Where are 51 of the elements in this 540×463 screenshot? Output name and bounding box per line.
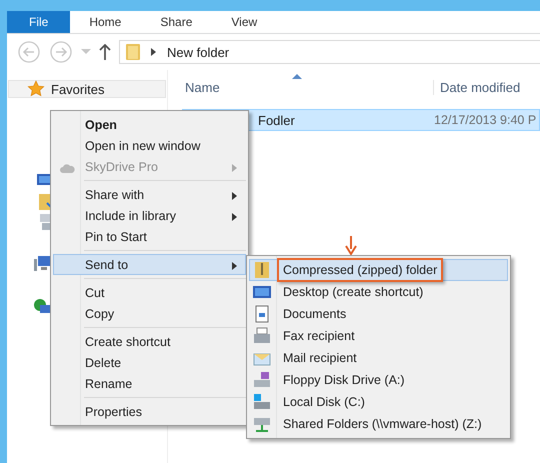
document-icon (253, 305, 271, 323)
zip-folder-icon (253, 261, 271, 279)
column-header[interactable]: Date modified (433, 80, 520, 94)
menu-item[interactable]: Send to (53, 254, 246, 275)
menu-item[interactable]: Cut (53, 282, 246, 303)
menu-item[interactable]: Share with (53, 184, 246, 205)
star-icon (27, 80, 45, 98)
globe-icon (34, 299, 50, 315)
floppy-drive-icon (253, 371, 271, 389)
up-arrow-icon[interactable] (99, 44, 111, 60)
menu-item[interactable]: Pin to Start (53, 226, 246, 247)
file-name: Fodler (258, 112, 296, 128)
menu-item[interactable]: Include in library (53, 205, 246, 226)
dropdown-icon[interactable] (81, 49, 91, 55)
column-header[interactable]: Name (185, 80, 433, 94)
back-icon[interactable] (17, 40, 41, 64)
folder-icon (125, 43, 141, 61)
menu-item[interactable]: Local Disk (C:) (249, 391, 508, 413)
menu-item[interactable]: Open in new window (53, 135, 246, 156)
menu-item[interactable]: Copy (53, 303, 246, 324)
cloud-icon (60, 163, 76, 173)
submenu-arrow-icon (232, 192, 237, 200)
submenu-arrow-icon (232, 213, 237, 221)
monitor-icon (253, 283, 271, 301)
menu-item[interactable]: Compressed (zipped) folder (249, 259, 508, 281)
favorites-item[interactable]: Favorites (8, 80, 166, 98)
disk-drive-icon (253, 393, 271, 411)
ribbon-tab[interactable]: File (7, 11, 70, 33)
menu-item[interactable]: Shared Folders (\\vmware-host) (Z:) (249, 413, 508, 435)
chevron-icon (151, 48, 157, 56)
network-drive-icon (253, 415, 271, 433)
menu-item[interactable]: Delete (53, 352, 246, 373)
menu-item[interactable]: Properties (53, 401, 246, 422)
submenu-arrow-icon (232, 262, 237, 270)
menu-item[interactable]: Rename (53, 373, 246, 394)
fax-icon (253, 327, 271, 345)
menu-item[interactable]: Floppy Disk Drive (A:) (249, 369, 508, 391)
menu-item[interactable]: Desktop (create shortcut) (249, 281, 508, 303)
sort-icon (292, 74, 302, 79)
annotation-arrow (345, 236, 357, 256)
ribbon-tab[interactable]: Share (141, 11, 212, 33)
ribbon-tab[interactable]: Home (70, 11, 142, 33)
menu-item[interactable]: Documents (249, 303, 508, 325)
menu-item[interactable]: Mail recipient (249, 347, 508, 369)
address-field[interactable]: New folder (119, 40, 540, 64)
file-date: 12/17/2013 9:40 P (434, 113, 536, 127)
menu-item[interactable]: Create shortcut (53, 331, 246, 352)
submenu-arrow-icon (232, 164, 237, 172)
ribbon-tab[interactable]: View (212, 11, 278, 33)
forward-icon[interactable] (49, 40, 73, 64)
menu-item[interactable]: Fax recipient (249, 325, 508, 347)
